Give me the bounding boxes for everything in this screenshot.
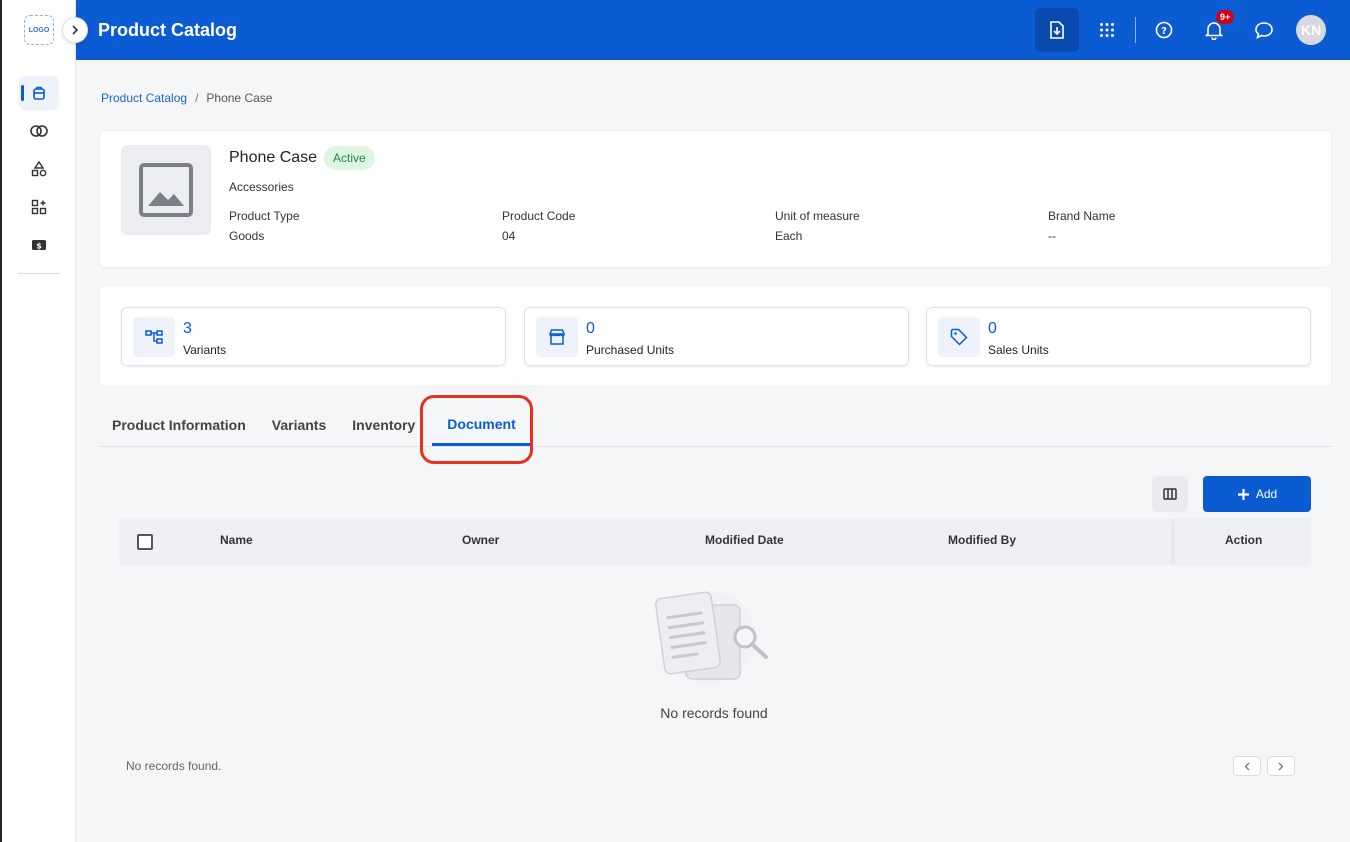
stat-value: 0 (586, 320, 595, 337)
side-nav: $ (2, 76, 76, 266)
next-page-button[interactable] (1267, 756, 1295, 776)
sidebar-expand-button[interactable] (62, 17, 88, 43)
attr-brand-name: Brand Name -- (1048, 209, 1115, 243)
add-document-button[interactable]: Add (1203, 476, 1311, 512)
image-placeholder-icon (139, 163, 193, 217)
top-actions: ? 9+ KN (1035, 0, 1350, 60)
attr-value: -- (1048, 229, 1056, 243)
attr-product-code: Product Code 04 (502, 209, 575, 243)
sidebar-divider (18, 273, 60, 274)
column-header-modified-by[interactable]: Modified By (948, 533, 1016, 547)
store-icon (548, 329, 566, 345)
grid-add-icon (31, 199, 47, 215)
stat-label: Sales Units (988, 343, 1049, 357)
stat-value: 3 (183, 320, 192, 337)
action-column-header: Action (1175, 519, 1311, 565)
chat-icon (1255, 22, 1273, 39)
stat-variants[interactable]: 3 Variants (121, 307, 506, 366)
stat-icon-wrap (938, 317, 980, 357)
help-icon: ? (1155, 21, 1173, 39)
user-avatar[interactable]: KN (1296, 15, 1326, 45)
stat-purchased-units[interactable]: 0 Purchased Units (524, 307, 909, 366)
empty-documents-illustration (655, 591, 768, 683)
column-settings-button[interactable] (1152, 476, 1188, 512)
chevron-left-icon (1244, 762, 1250, 770)
attr-unit-of-measure: Unit of measure Each (775, 209, 860, 243)
topbar-separator (1135, 17, 1136, 43)
plus-icon (1237, 488, 1249, 500)
shapes-icon (31, 161, 47, 177)
tab-inventory[interactable]: Inventory (339, 404, 428, 446)
attr-label: Brand Name (1048, 209, 1116, 223)
column-header-name[interactable]: Name (220, 533, 253, 547)
sidebar-item-rings[interactable] (19, 114, 59, 148)
notifications-button[interactable]: 9+ (1192, 8, 1236, 52)
attr-value: 04 (502, 229, 516, 243)
apps-button[interactable] (1085, 8, 1129, 52)
attr-value: Each (775, 229, 803, 243)
table-header: Name Owner Modified Date Modified By Act… (119, 519, 1311, 565)
breadcrumb-current: Phone Case (206, 91, 273, 105)
column-header-action: Action (1225, 533, 1263, 547)
download-file-icon (1050, 21, 1064, 39)
stat-icon-wrap (536, 317, 578, 357)
breadcrumb-root-link[interactable]: Product Catalog (101, 91, 187, 105)
chevron-right-icon (72, 25, 79, 35)
chevron-right-icon (1278, 762, 1284, 770)
download-button[interactable] (1035, 8, 1079, 52)
tab-document[interactable]: Document (432, 404, 531, 446)
stat-icon-wrap (133, 317, 175, 357)
attr-value: Goods (229, 229, 265, 243)
stat-label: Variants (183, 343, 227, 357)
tag-icon (950, 328, 968, 346)
status-badge: Active (324, 146, 375, 170)
attr-label: Product Code (502, 209, 576, 223)
sidebar-item-grid[interactable] (19, 190, 59, 224)
apps-grid-icon (1100, 23, 1114, 37)
rings-icon (30, 125, 48, 137)
empty-state-message: No records found (660, 705, 768, 721)
stat-sales-units[interactable]: 0 Sales Units (926, 307, 1311, 366)
select-all-checkbox[interactable] (137, 534, 153, 550)
logo: LOGO (24, 15, 54, 45)
column-header-owner[interactable]: Owner (462, 533, 499, 547)
sidebar-item-catalog[interactable] (19, 76, 59, 110)
sidebar: LOGO $ (2, 0, 76, 842)
stat-value: 0 (988, 320, 997, 337)
product-name: Phone Case (229, 149, 318, 166)
svg-text:?: ? (1161, 26, 1167, 37)
attr-label: Product Type (229, 209, 300, 223)
help-button[interactable]: ? (1142, 8, 1186, 52)
breadcrumb: Product Catalog / Phone Case (101, 91, 272, 105)
product-thumbnail (121, 145, 211, 235)
tab-variants[interactable]: Variants (259, 404, 339, 446)
app-title: Product Catalog (98, 19, 238, 40)
previous-page-button[interactable] (1233, 756, 1261, 776)
top-bar: Product Catalog ? 9+ KN (76, 0, 1350, 60)
cash-icon: $ (32, 240, 46, 251)
product-category: Accessories (229, 180, 294, 194)
tab-product-information[interactable]: Product Information (99, 404, 259, 446)
stats-card: 3 Variants 0 Purchased Units 0 Sales Uni… (99, 285, 1332, 387)
tab-bar: Product Information Variants Inventory D… (99, 404, 1332, 447)
columns-icon (1163, 488, 1177, 500)
product-summary-card: Phone Case Active Accessories Product Ty… (99, 130, 1332, 268)
table-footer-message: No records found. (126, 759, 222, 773)
sidebar-item-cash[interactable]: $ (19, 228, 59, 262)
sidebar-item-shapes[interactable] (19, 152, 59, 186)
catalog-icon (33, 86, 45, 100)
chat-button[interactable] (1242, 8, 1286, 52)
attr-label: Unit of measure (775, 209, 860, 223)
breadcrumb-separator: / (195, 91, 199, 105)
hierarchy-icon (145, 330, 163, 344)
add-button-label: Add (1255, 487, 1278, 501)
attr-product-type: Product Type Goods (229, 209, 300, 243)
column-header-modified-date[interactable]: Modified Date (705, 533, 784, 547)
svg-text:$: $ (36, 242, 42, 251)
stat-label: Purchased Units (586, 343, 675, 357)
notification-badge: 9+ (1216, 10, 1235, 24)
